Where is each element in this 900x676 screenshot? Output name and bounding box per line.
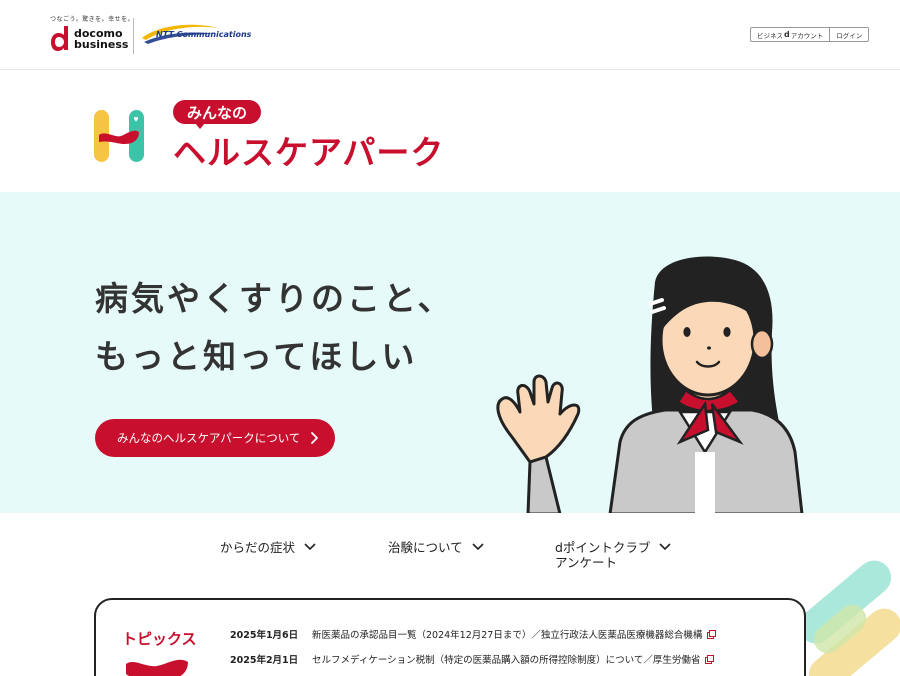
nav-item-label: dポイントクラブ アンケート bbox=[555, 540, 651, 570]
login-account: アカウント bbox=[790, 31, 824, 40]
about-button[interactable]: みんなのヘルスケアパークについて bbox=[95, 419, 335, 457]
news-item[interactable]: 2025年1月6日 新医薬品の承認品目一覧（2024年12月27日まで）／独立行… bbox=[230, 627, 717, 641]
login-label: ログイン bbox=[836, 31, 863, 40]
news-link[interactable]: セルフメディケーション税制（特定の医薬品購入額の所得控除制度）について／厚生労働… bbox=[312, 652, 715, 666]
chevron-right-icon bbox=[311, 432, 318, 444]
category-nav: からだの症状 治験について dポイントクラブ アンケート bbox=[0, 513, 900, 593]
topics-title: トピックス bbox=[122, 630, 197, 648]
news-text: セルフメディケーション税制（特定の医薬品購入額の所得控除制度）について／厚生労働… bbox=[312, 655, 701, 666]
nav-item-dpoint-survey[interactable]: dポイントクラブ アンケート bbox=[555, 540, 672, 570]
guide-woman-illustration bbox=[496, 256, 804, 513]
brand-logo[interactable]: みんなの ヘルスケアパーク bbox=[93, 100, 493, 172]
nav-item-symptoms[interactable]: からだの症状 bbox=[220, 540, 317, 555]
hero-section: 病気やくすりのこと、 もっと知ってほしい みんなのヘルスケアパークについて bbox=[0, 192, 900, 513]
login-prefix: ビジネス bbox=[757, 31, 783, 40]
about-button-label: みんなのヘルスケアパークについて bbox=[117, 431, 301, 445]
brand-badge: みんなの bbox=[173, 100, 262, 129]
chevron-down-icon bbox=[659, 543, 672, 551]
hero-headline-line-2: もっと知ってほしい bbox=[95, 337, 418, 376]
business-d-account-login[interactable]: ビジネス d アカウント ログイン bbox=[750, 27, 870, 42]
docomo-wordmark: docomo business bbox=[74, 28, 128, 50]
nav-item-label: からだの症状 bbox=[220, 540, 296, 555]
docomo-d-mark-icon bbox=[51, 26, 68, 51]
external-link-icon bbox=[707, 629, 717, 639]
healthcare-park-h-icon bbox=[94, 110, 144, 162]
chevron-down-icon bbox=[304, 543, 316, 551]
ntt-communications-logo[interactable]: NTT Communications bbox=[140, 22, 251, 48]
hero-headline-line-1: 病気やくすりのこと、 bbox=[95, 279, 454, 318]
news-date: 2025年2月1日 bbox=[230, 655, 299, 666]
login-button[interactable]: ログイン bbox=[830, 28, 868, 41]
news-date: 2025年1月6日 bbox=[230, 630, 299, 641]
news-text: 新医薬品の承認品目一覧（2024年12月27日まで）／独立行政法人医薬品医療機器… bbox=[312, 630, 703, 641]
login-d: d bbox=[784, 30, 790, 39]
ntt-text: NTT Communications bbox=[156, 30, 252, 39]
logo-divider bbox=[133, 18, 134, 54]
site-header: つなごう。驚きを。幸せを。 docomo business NTT Commun… bbox=[0, 0, 900, 70]
topics-panel: トピックス 2025年1月6日 新医薬品の承認品目一覧（2024年12月27日ま… bbox=[94, 598, 806, 676]
nav-item-clinical-trials[interactable]: 治験について bbox=[388, 540, 485, 555]
nav-item-label: 治験について bbox=[388, 540, 463, 555]
business-word: business bbox=[74, 38, 129, 51]
brand-title: ヘルスケアパーク bbox=[173, 133, 445, 172]
news-item[interactable]: 2025年2月1日 セルフメディケーション税制（特定の医薬品購入額の所得控除制度… bbox=[230, 652, 715, 666]
topics-decoration bbox=[126, 659, 188, 676]
d-account-label: ビジネス d アカウント bbox=[751, 28, 831, 41]
news-link[interactable]: 新医薬品の承認品目一覧（2024年12月27日まで）／独立行政法人医薬品医療機器… bbox=[312, 627, 717, 641]
external-link-icon bbox=[705, 654, 715, 664]
docomo-business-logo[interactable]: つなごう。驚きを。幸せを。 docomo business bbox=[50, 14, 135, 58]
docomo-tagline: つなごう。驚きを。幸せを。 bbox=[50, 16, 135, 23]
chevron-down-icon bbox=[472, 543, 484, 551]
